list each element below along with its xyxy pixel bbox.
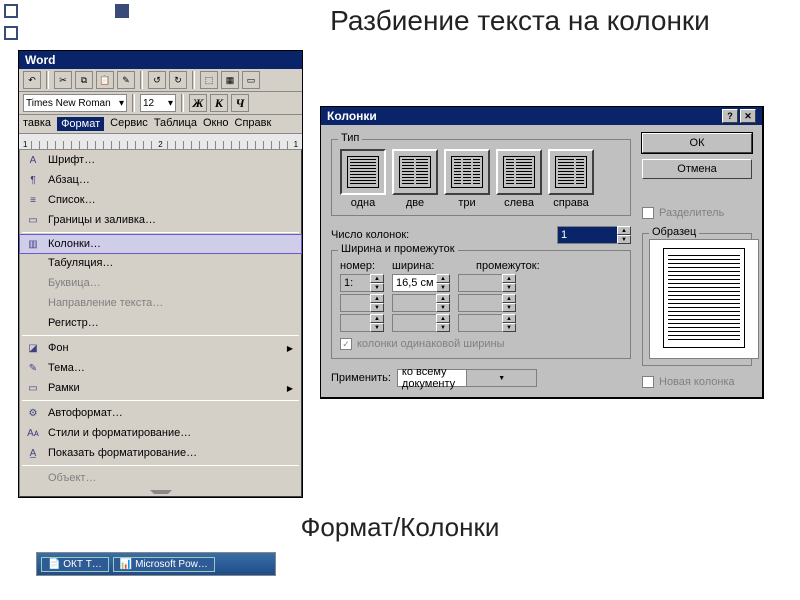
menu-autoformat[interactable]: ⚙Автоформат… bbox=[20, 403, 301, 423]
menu-window[interactable]: Окно bbox=[203, 117, 229, 131]
undo-icon[interactable]: ↺ bbox=[148, 71, 166, 89]
row1-gap bbox=[458, 274, 502, 292]
menu-theme[interactable]: ✎Тема… bbox=[20, 358, 301, 378]
preset-left[interactable] bbox=[496, 149, 542, 195]
toolbar-button[interactable]: ↶ bbox=[23, 71, 41, 89]
word-titlebar: Word bbox=[19, 51, 302, 69]
menu-expand[interactable] bbox=[20, 488, 301, 496]
row1-width[interactable] bbox=[392, 274, 436, 292]
doc-icon[interactable]: ▭ bbox=[242, 71, 260, 89]
menu-borders[interactable]: ▭Границы и заливка… bbox=[20, 210, 301, 230]
col-g-head: промежуток: bbox=[476, 260, 552, 272]
taskbar-item-2[interactable]: 📊 Microsoft Pow… bbox=[113, 557, 215, 572]
menu-format[interactable]: Формат bbox=[57, 117, 104, 131]
close-icon[interactable]: ✕ bbox=[740, 109, 756, 123]
preset-cap-right: справа bbox=[548, 197, 594, 209]
preset-two[interactable] bbox=[392, 149, 438, 195]
menu-columns[interactable]: ▥Колонки… bbox=[19, 234, 302, 254]
preview-box bbox=[649, 239, 759, 359]
col-w-head: ширина: bbox=[392, 260, 468, 272]
redo-icon[interactable]: ↻ bbox=[169, 71, 187, 89]
row1-num bbox=[340, 274, 370, 292]
equal-width-checkbox: ✓колонки одинаковой ширины bbox=[340, 338, 622, 350]
columns-dialog: Колонки ? ✕ ОК Отмена Разделитель Образе… bbox=[320, 106, 764, 399]
slide-caption: Формат/Колонки bbox=[200, 512, 600, 543]
menu-font[interactable]: AШрифт… bbox=[20, 150, 301, 170]
word-window: Word ↶ ✂ ⧉ 📋 ✎ ↺ ↻ ⬚ ▦ ▭ Times New Roman… bbox=[18, 50, 303, 498]
numcols-label: Число колонок: bbox=[331, 229, 409, 241]
underline-button[interactable]: Ч bbox=[231, 94, 249, 112]
menu-tabs[interactable]: Табуляция… bbox=[20, 253, 301, 273]
menu-case[interactable]: Регистр… bbox=[20, 313, 301, 333]
preset-cap-left: слева bbox=[496, 197, 542, 209]
preset-cap-one: одна bbox=[340, 197, 386, 209]
numcols-spinner[interactable]: ▲▼ bbox=[557, 226, 631, 244]
apply-label: Применить: bbox=[331, 372, 391, 384]
menu-list[interactable]: ≡Список… bbox=[20, 190, 301, 210]
width-row-3: ▲▼ ▲▼ ▲▼ bbox=[340, 314, 622, 332]
col-num-head: номер: bbox=[340, 260, 384, 272]
paste-icon[interactable]: 📋 bbox=[96, 71, 114, 89]
ok-button[interactable]: ОК bbox=[642, 133, 752, 153]
menu-dropcap: Буквица… bbox=[20, 273, 301, 293]
separator-checkbox: Разделитель bbox=[642, 207, 752, 219]
copy-icon[interactable]: ⧉ bbox=[75, 71, 93, 89]
width-row-2: ▲▼ ▲▼ ▲▼ bbox=[340, 294, 622, 312]
taskbar-item-1[interactable]: 📄 ОКТ Т… bbox=[41, 557, 109, 572]
numcols-input[interactable] bbox=[557, 226, 617, 244]
word-toolbar-2: Times New Roman▾ 12▾ Ж К Ч bbox=[19, 92, 302, 115]
table-icon[interactable]: ▦ bbox=[221, 71, 239, 89]
preview-label: Образец bbox=[649, 226, 699, 238]
menu-reveal[interactable]: A̲Показать форматирование… bbox=[20, 443, 301, 463]
italic-button[interactable]: К bbox=[210, 94, 228, 112]
preset-three[interactable] bbox=[444, 149, 490, 195]
dialog-titlebar: Колонки ? ✕ bbox=[321, 107, 762, 125]
apply-combo[interactable]: ко всему документу▼ bbox=[397, 369, 537, 387]
preset-cap-three: три bbox=[444, 197, 490, 209]
font-selector[interactable]: Times New Roman▾ bbox=[23, 94, 127, 112]
ruler: 121 bbox=[19, 134, 302, 150]
menu-frames[interactable]: ▭Рамки▶ bbox=[20, 378, 301, 398]
menu-background[interactable]: ◪Фон▶ bbox=[20, 338, 301, 358]
menu-help[interactable]: Справк bbox=[235, 117, 272, 131]
help-icon[interactable]: ? bbox=[722, 109, 738, 123]
cancel-button[interactable]: Отмена bbox=[642, 159, 752, 179]
preset-cap-two: две bbox=[392, 197, 438, 209]
newcolumn-checkbox: Новая колонка bbox=[642, 376, 752, 388]
preset-right[interactable] bbox=[548, 149, 594, 195]
word-toolbar-1: ↶ ✂ ⧉ 📋 ✎ ↺ ↻ ⬚ ▦ ▭ bbox=[19, 69, 302, 92]
slide-title: Разбиение текста на колонки bbox=[310, 4, 730, 38]
menu-styles[interactable]: AᴀСтили и форматирование… bbox=[20, 423, 301, 443]
width-row-1: ▲▼ ▲▼ ▲▼ bbox=[340, 274, 622, 292]
preset-one[interactable] bbox=[340, 149, 386, 195]
size-selector[interactable]: 12▾ bbox=[140, 94, 176, 112]
bold-button[interactable]: Ж bbox=[189, 94, 207, 112]
menu-insert[interactable]: тавка bbox=[23, 117, 51, 131]
word-menubar[interactable]: тавка Формат Сервис Таблица Окно Справк bbox=[19, 115, 302, 134]
link-icon[interactable]: ⬚ bbox=[200, 71, 218, 89]
menu-paragraph[interactable]: ¶Абзац… bbox=[20, 170, 301, 190]
width-group-label: Ширина и промежуток bbox=[338, 243, 458, 255]
type-group-label: Тип bbox=[338, 132, 362, 144]
format-dropdown: AШрифт… ¶Абзац… ≡Список… ▭Границы и зали… bbox=[19, 149, 302, 497]
taskbar: 📄 ОКТ Т… 📊 Microsoft Pow… bbox=[36, 552, 276, 576]
menu-object: Объект… bbox=[20, 468, 301, 488]
menu-textdir: Направление текста… bbox=[20, 293, 301, 313]
menu-service[interactable]: Сервис bbox=[110, 117, 148, 131]
cut-icon[interactable]: ✂ bbox=[54, 71, 72, 89]
brush-icon[interactable]: ✎ bbox=[117, 71, 135, 89]
menu-table[interactable]: Таблица bbox=[154, 117, 197, 131]
